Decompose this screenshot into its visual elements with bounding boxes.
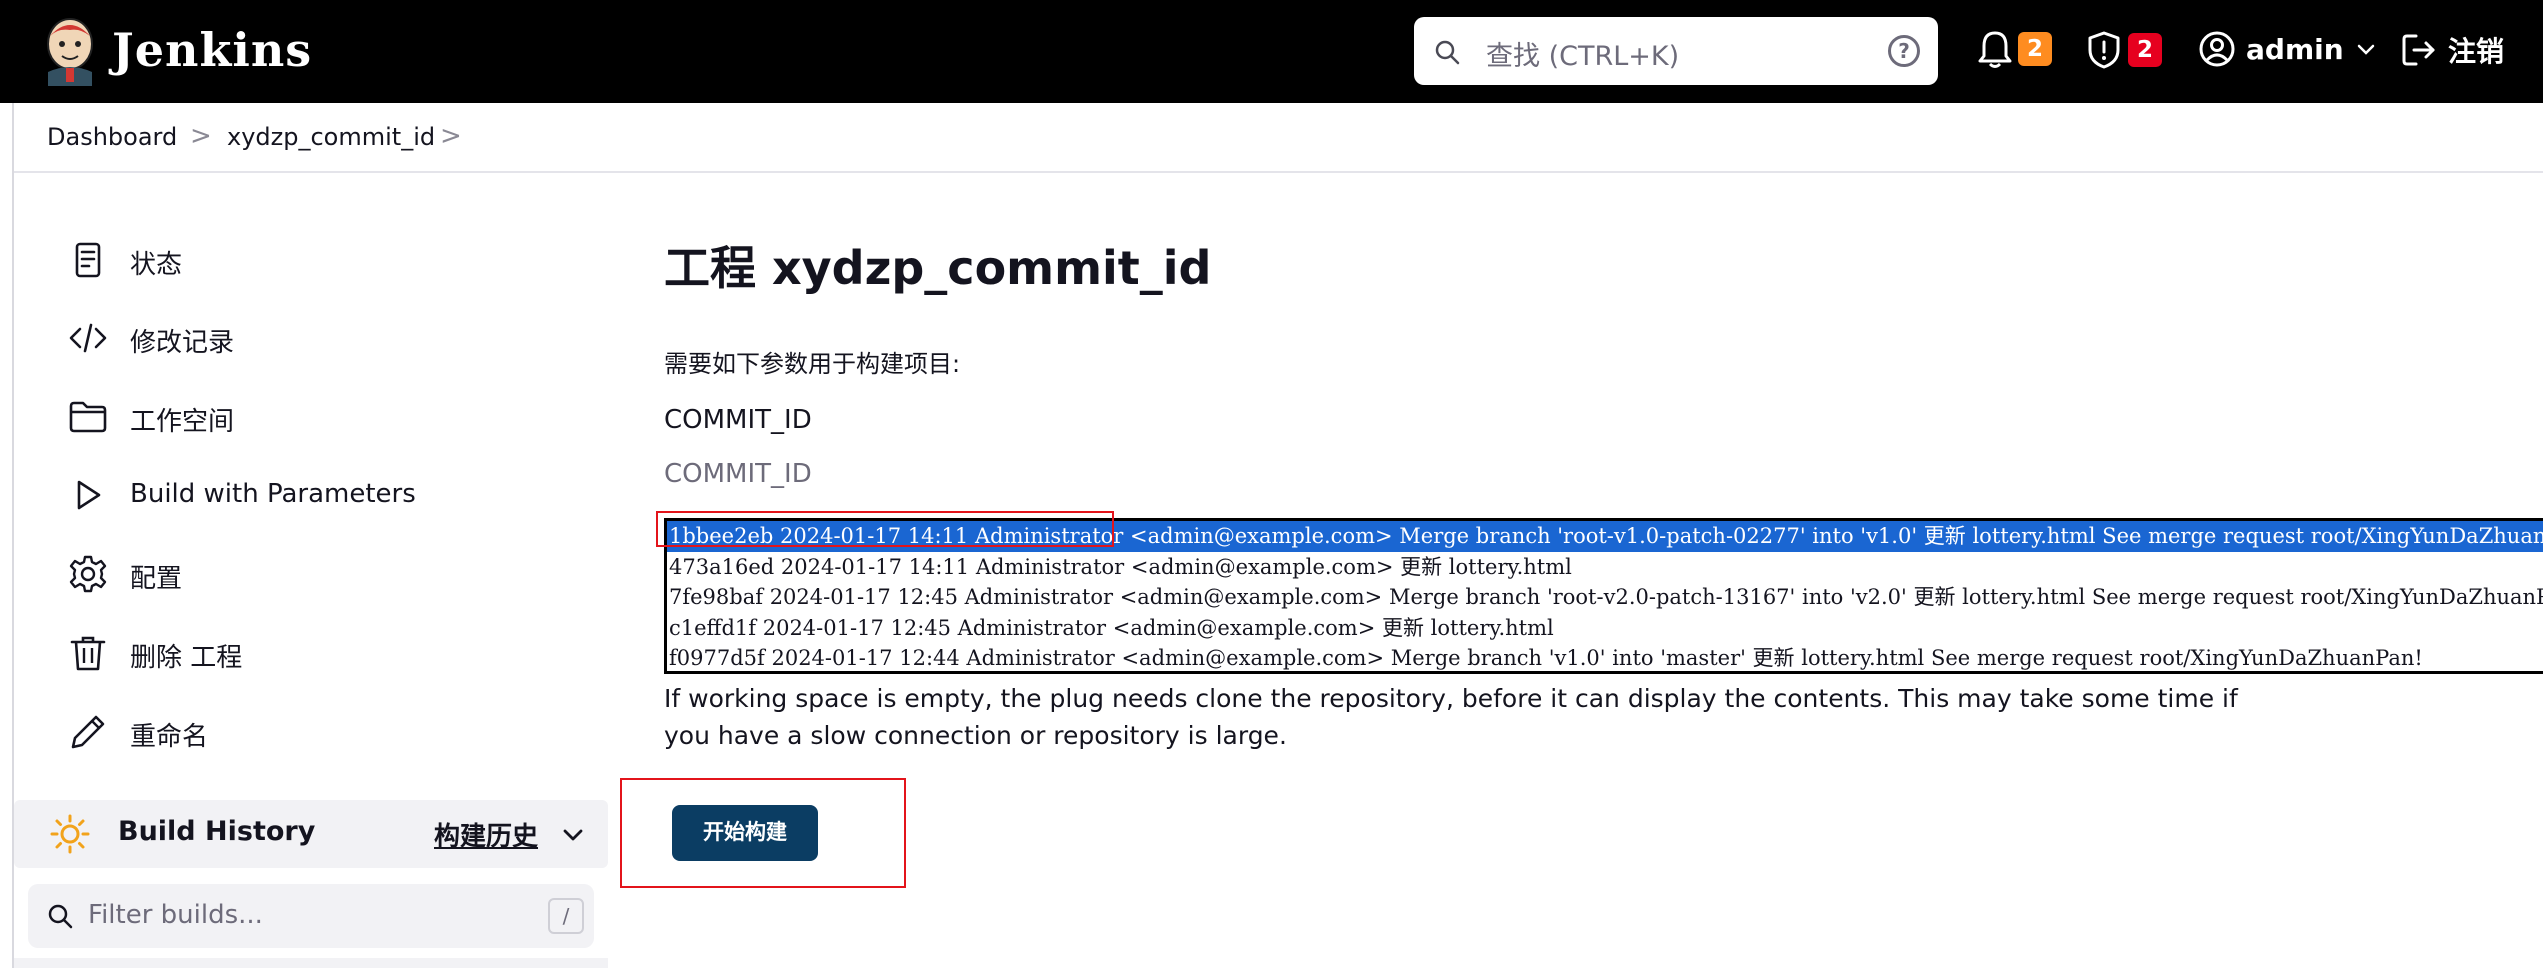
bell-icon — [1978, 31, 2012, 68]
build-history-link[interactable]: 构建历史 — [434, 816, 538, 853]
search-input[interactable]: 查找 (CTRL+K) — [1486, 34, 1679, 73]
build-list-area — [14, 958, 608, 968]
user-name: admin — [2246, 32, 2344, 66]
sidebar-item-label: Build with Parameters — [130, 479, 416, 509]
search-box[interactable]: 查找 (CTRL+K) ? — [1414, 17, 1938, 85]
sidebar-item-rename[interactable]: 重命名 — [68, 704, 208, 760]
breadcrumb-separator[interactable]: > — [440, 121, 462, 151]
breadcrumb-dashboard[interactable]: Dashboard — [47, 123, 177, 151]
sidebar-item-label: 配置 — [130, 564, 183, 594]
annotation-highlight-box — [656, 511, 1114, 547]
breadcrumb-project[interactable]: xydzp_commit_id — [227, 123, 435, 151]
sidebar-item-build-with-parameters[interactable]: Build with Parameters — [68, 467, 416, 523]
commit-option[interactable]: f0977d5f 2024-01-17 12:44 Administrator … — [667, 643, 2543, 671]
page-title: 工程 xydzp_commit_id — [664, 241, 1212, 295]
sidebar-item-changes[interactable]: 修改记录 — [68, 310, 234, 366]
gear-icon — [69, 555, 107, 593]
search-icon — [1435, 40, 1460, 65]
chevron-down-icon — [2357, 44, 2374, 55]
user-avatar-icon — [2199, 31, 2235, 67]
keyboard-shortcut-hint: / — [548, 898, 584, 934]
pencil-icon — [71, 715, 105, 749]
trash-icon — [70, 636, 106, 671]
breadcrumb-separator: > — [190, 121, 212, 151]
brand-name: Jenkins — [112, 23, 313, 77]
parameter-description: COMMIT_ID — [664, 459, 812, 489]
shield-icon — [2088, 31, 2120, 69]
logout-button[interactable]: 注销 — [2400, 30, 2504, 70]
top-header: Jenkins 查找 (CTRL+K) ? 2 2 admin 注销 — [0, 0, 2543, 103]
chevron-down-icon[interactable] — [560, 822, 586, 848]
logout-label: 注销 — [2448, 35, 2505, 68]
status-document-icon — [75, 242, 101, 278]
security-badge: 2 — [2128, 33, 2162, 67]
sun-icon — [50, 814, 90, 854]
build-history-title: Build History — [118, 816, 316, 847]
sidebar-item-label: 工作空间 — [130, 407, 235, 437]
search-icon — [48, 904, 73, 929]
sidebar-item-status[interactable]: 状态 — [68, 232, 182, 288]
help-icon[interactable]: ? — [1888, 35, 1920, 67]
notifications-button[interactable]: 2 — [1978, 30, 2052, 68]
notifications-badge: 2 — [2018, 32, 2052, 66]
filter-builds-input[interactable]: Filter builds... — [88, 900, 263, 930]
play-icon — [77, 480, 101, 510]
commit-option[interactable]: 7fe98baf 2024-01-17 12:45 Administrator … — [667, 582, 2543, 613]
build-history-panel: Build History 构建历史 — [14, 800, 608, 868]
commit-option[interactable]: c1effd1f 2024-01-17 12:45 Administrator … — [667, 613, 2543, 644]
user-menu[interactable]: admin — [2198, 30, 2378, 68]
sidebar-item-delete-project[interactable]: 删除 工程 — [68, 625, 242, 681]
filter-builds[interactable]: Filter builds... / — [28, 884, 594, 948]
security-button[interactable]: 2 — [2086, 30, 2162, 70]
workspace-note: If working space is empty, the plug need… — [664, 684, 2238, 750]
parameter-name: COMMIT_ID — [664, 405, 812, 435]
sidebar-item-label: 状态 — [130, 250, 183, 280]
folder-icon — [69, 401, 107, 433]
annotation-highlight-box — [620, 778, 906, 888]
breadcrumb: Dashboard > xydzp_commit_id > — [14, 103, 2543, 173]
commit-option[interactable]: 473a16ed 2024-01-17 14:11 Administrator … — [667, 552, 2543, 583]
sidebar-item-configure[interactable]: 配置 — [68, 546, 182, 602]
parameters-description: 需要如下参数用于构建项目: — [664, 350, 961, 378]
jenkins-home-link[interactable]: Jenkins — [40, 14, 312, 86]
sidebar-item-label: 修改记录 — [130, 328, 235, 358]
sidebar-item-label: 重命名 — [130, 722, 209, 752]
logout-icon — [2402, 34, 2435, 66]
jenkins-logo-icon — [47, 18, 93, 86]
code-icon — [69, 323, 107, 353]
sidebar-item-workspace[interactable]: 工作空间 — [68, 389, 234, 445]
sidebar-item-label: 删除 工程 — [130, 643, 243, 673]
